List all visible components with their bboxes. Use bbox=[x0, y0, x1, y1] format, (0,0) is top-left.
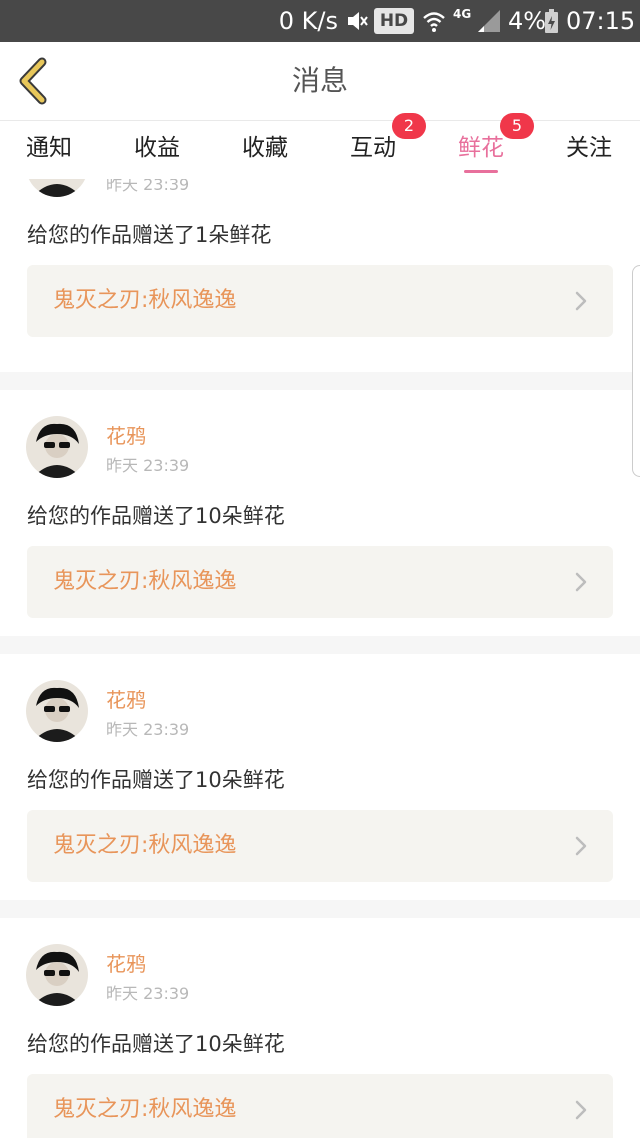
chevron-right-icon bbox=[575, 1100, 587, 1120]
sender-name[interactable]: 花鸦 bbox=[106, 948, 146, 977]
active-tab-indicator bbox=[464, 170, 498, 173]
chevron-right-icon bbox=[575, 572, 587, 592]
tab-following[interactable]: 关注 bbox=[566, 121, 612, 179]
message-time: 昨天 23:39 bbox=[106, 984, 190, 1003]
card-divider bbox=[0, 900, 640, 918]
message-list[interactable]: 昨天 23:39 给您的作品赠送了1朵鲜花 鬼灭之刃:秋风逸逸 花鸦 昨天 23… bbox=[0, 179, 640, 1138]
tab-label: 互动 bbox=[350, 135, 396, 161]
card-divider bbox=[0, 636, 640, 654]
tab-label: 鲜花 bbox=[458, 135, 504, 161]
tab-earnings[interactable]: 收益 bbox=[134, 121, 180, 179]
message-time: 昨天 23:39 bbox=[106, 456, 190, 475]
network-type: 4G bbox=[453, 7, 472, 21]
wifi-icon bbox=[423, 12, 445, 32]
message-card: 花鸦 昨天 23:39 给您的作品赠送了10朵鲜花 鬼灭之刃:秋风逸逸 bbox=[0, 390, 640, 654]
message-time: 昨天 23:39 bbox=[106, 720, 190, 739]
tab-flowers[interactable]: 鲜花 5 bbox=[458, 113, 534, 179]
flowers-badge: 5 bbox=[500, 113, 534, 139]
tab-label: 通知 bbox=[26, 135, 72, 161]
scrollbar[interactable] bbox=[632, 265, 640, 477]
page-title: 消息 bbox=[291, 64, 348, 97]
sender-name[interactable]: 花鸦 bbox=[106, 420, 146, 449]
work-title: 鬼灭之刃:秋风逸逸 bbox=[53, 833, 237, 858]
sender-name[interactable]: 花鸦 bbox=[106, 684, 146, 713]
message-text: 给您的作品赠送了1朵鲜花 bbox=[27, 223, 272, 247]
work-link[interactable]: 鬼灭之刃:秋风逸逸 bbox=[27, 265, 613, 337]
message-time: 昨天 23:39 bbox=[106, 179, 190, 194]
tab-label: 关注 bbox=[566, 135, 612, 161]
work-title: 鬼灭之刃:秋风逸逸 bbox=[53, 1097, 237, 1122]
hd-badge: HD bbox=[374, 8, 414, 34]
work-link[interactable]: 鬼灭之刃:秋风逸逸 bbox=[27, 1074, 613, 1138]
chevron-right-icon bbox=[575, 836, 587, 856]
work-title: 鬼灭之刃:秋风逸逸 bbox=[53, 569, 237, 594]
chevron-right-icon bbox=[575, 291, 587, 311]
work-title: 鬼灭之刃:秋风逸逸 bbox=[53, 288, 237, 313]
battery-icon bbox=[545, 9, 558, 33]
work-link[interactable]: 鬼灭之刃:秋风逸逸 bbox=[27, 810, 613, 882]
header: 消息 bbox=[0, 42, 640, 121]
tab-label: 收益 bbox=[134, 135, 180, 161]
battery-percent: 4% bbox=[508, 7, 547, 35]
tab-bar: 通知 收益 收藏 互动 2 鲜花 5 关注 bbox=[0, 113, 640, 179]
clock: 07:15 bbox=[566, 7, 636, 35]
mute-icon bbox=[348, 12, 368, 30]
message-card: 花鸦 昨天 23:39 给您的作品赠送了10朵鲜花 鬼灭之刃:秋风逸逸 bbox=[0, 918, 640, 1138]
avatar[interactable] bbox=[26, 944, 88, 1006]
message-text: 给您的作品赠送了10朵鲜花 bbox=[27, 504, 285, 528]
interactions-badge: 2 bbox=[392, 113, 426, 139]
tab-notifications[interactable]: 通知 bbox=[26, 121, 72, 179]
message-card: 昨天 23:39 给您的作品赠送了1朵鲜花 鬼灭之刃:秋风逸逸 bbox=[0, 179, 640, 373]
avatar[interactable] bbox=[26, 416, 88, 478]
card-divider bbox=[0, 372, 640, 390]
tab-label: 收藏 bbox=[242, 135, 288, 161]
tab-interactions[interactable]: 互动 2 bbox=[350, 113, 426, 179]
work-link[interactable]: 鬼灭之刃:秋风逸逸 bbox=[27, 546, 613, 618]
network-speed: 0 K/s bbox=[278, 7, 338, 35]
avatar[interactable] bbox=[26, 680, 88, 742]
signal-icon bbox=[478, 10, 500, 32]
status-bar: 0 K/s HD 4G 4% 07:15 bbox=[0, 0, 640, 42]
message-text: 给您的作品赠送了10朵鲜花 bbox=[27, 1032, 285, 1056]
avatar[interactable] bbox=[26, 179, 88, 197]
tab-favorites[interactable]: 收藏 bbox=[242, 121, 288, 179]
message-card: 花鸦 昨天 23:39 给您的作品赠送了10朵鲜花 鬼灭之刃:秋风逸逸 bbox=[0, 654, 640, 918]
message-text: 给您的作品赠送了10朵鲜花 bbox=[27, 768, 285, 792]
